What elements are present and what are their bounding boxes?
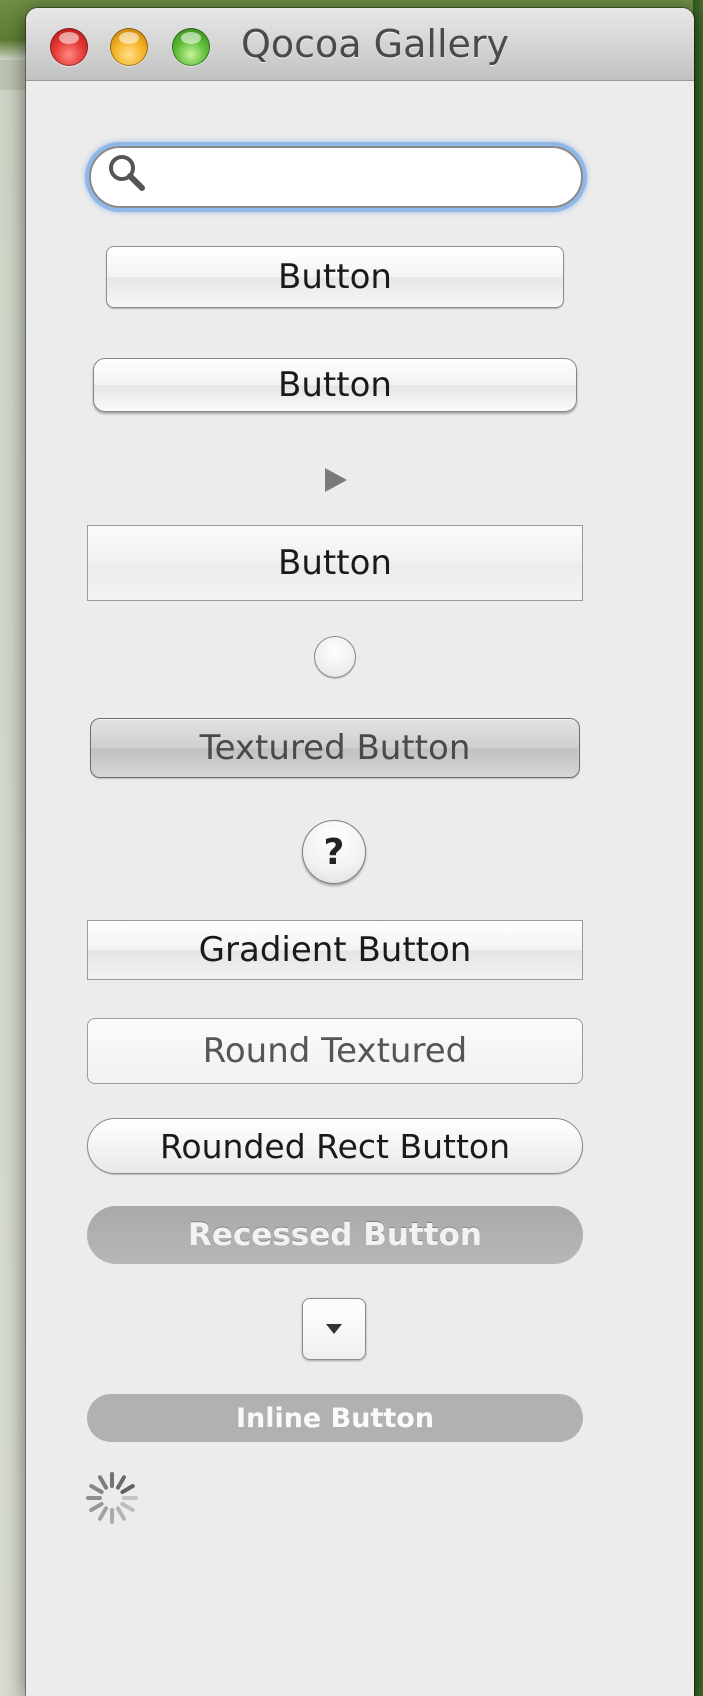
chevron-down-icon xyxy=(324,1317,344,1342)
minimize-window-button[interactable] xyxy=(110,28,148,66)
popdown-button[interactable] xyxy=(302,1298,366,1360)
zoom-window-button[interactable] xyxy=(172,28,210,66)
textured-button[interactable]: Textured Button xyxy=(90,718,580,778)
search-icon xyxy=(107,153,147,202)
close-window-button[interactable] xyxy=(50,28,88,66)
progress-spinner-icon xyxy=(84,1470,140,1526)
search-input[interactable] xyxy=(153,157,557,197)
window-title: Qocoa Gallery xyxy=(241,22,510,66)
bevel-button[interactable]: Button xyxy=(93,358,577,412)
disclosure-triangle-icon[interactable] xyxy=(316,460,356,500)
round-textured-button[interactable]: Round Textured xyxy=(87,1018,583,1084)
desktop-edge xyxy=(693,0,703,1696)
rounded-rect-button[interactable]: Rounded Rect Button xyxy=(87,1118,583,1174)
app-window: Qocoa Gallery Button Button Button Textu… xyxy=(26,8,694,1696)
radio-button[interactable] xyxy=(314,636,356,678)
search-field[interactable] xyxy=(89,146,583,208)
square-button[interactable]: Button xyxy=(87,525,583,601)
inline-button[interactable]: Inline Button xyxy=(87,1394,583,1442)
recessed-button[interactable]: Recessed Button xyxy=(87,1206,583,1264)
help-button[interactable]: ? xyxy=(302,820,366,884)
title-bar[interactable]: Qocoa Gallery xyxy=(26,8,694,81)
push-button[interactable]: Button xyxy=(106,246,564,308)
gradient-button[interactable]: Gradient Button xyxy=(87,920,583,980)
